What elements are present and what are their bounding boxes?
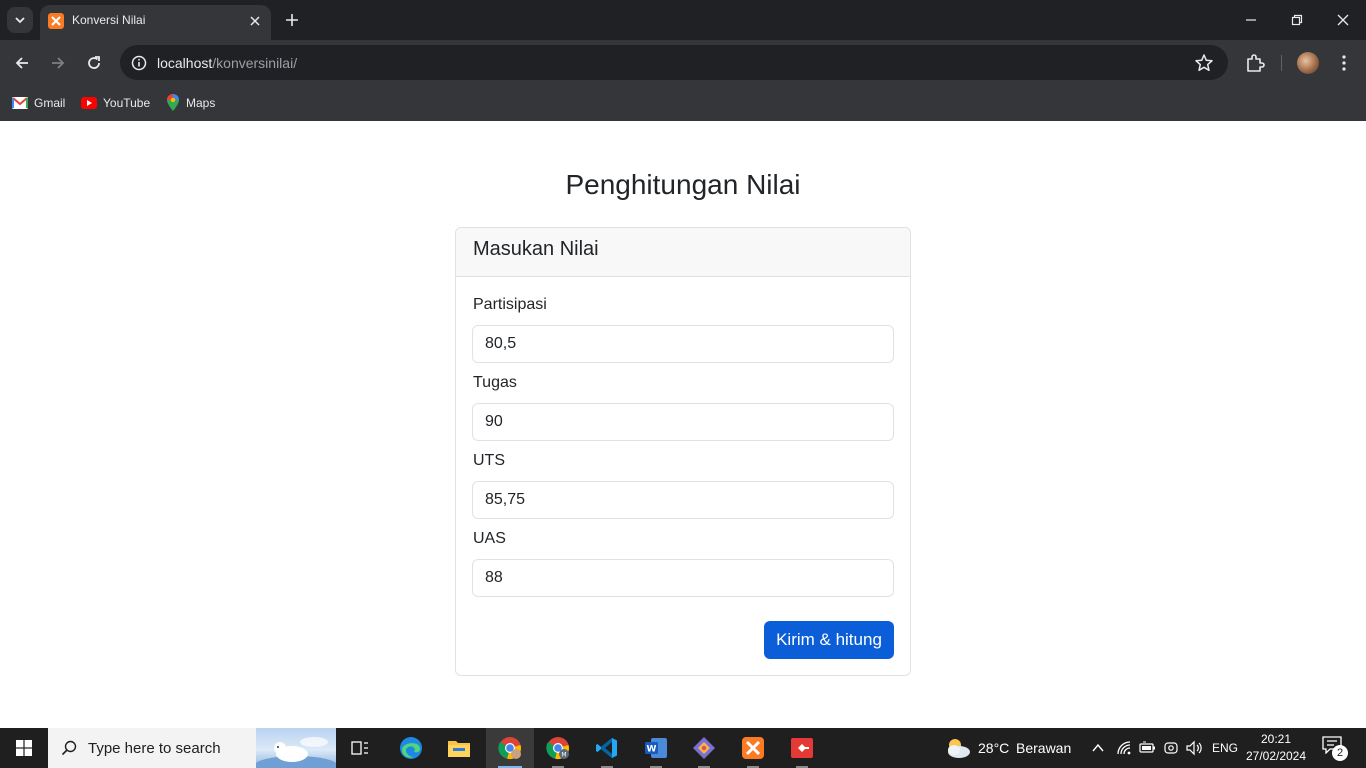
weather-condition[interactable]: Berawan <box>1016 740 1071 756</box>
input-language[interactable]: ENG <box>1212 741 1238 755</box>
partisipasi-input[interactable] <box>472 325 894 363</box>
chrome-icon: M <box>546 737 569 759</box>
tab-title: Konversi Nilai <box>72 13 146 27</box>
notification-center-button[interactable]: 2 <box>1322 736 1348 761</box>
submit-calculate-button[interactable]: Kirim & hitung <box>764 621 894 659</box>
url-text: localhost/konversinilai/ <box>157 55 297 71</box>
browser-menu-button[interactable] <box>1334 51 1354 75</box>
clock-date: 27/02/2024 <box>1245 749 1307 763</box>
search-placeholder: Type here to search <box>88 740 221 757</box>
restore-button[interactable] <box>1274 0 1320 40</box>
grade-form-card: Masukan Nilai Partisipasi Tugas UTS UAS … <box>455 227 911 676</box>
partisipasi-label: Partisipasi <box>473 296 547 313</box>
windows-taskbar: Type here to search M W 28°C Berawan ENG… <box>0 728 1366 768</box>
close-window-button[interactable] <box>1320 0 1366 40</box>
taskbar-chrome[interactable] <box>486 728 534 768</box>
page-content: Penghitungan Nilai Masukan Nilai Partisi… <box>0 121 1366 728</box>
profile-avatar[interactable] <box>1297 52 1319 74</box>
close-tab-icon[interactable] <box>247 13 263 29</box>
xampp-icon <box>48 13 64 29</box>
back-button[interactable] <box>8 49 36 77</box>
bookmark-label: YouTube <box>103 96 151 110</box>
windows-logo-icon <box>16 740 32 756</box>
browser-toolbar: localhost/konversinilai/ <box>0 40 1366 86</box>
chevron-up-icon[interactable] <box>1092 743 1104 753</box>
camera-icon[interactable] <box>1164 740 1178 756</box>
taskbar-git-app[interactable] <box>680 728 728 768</box>
uas-input[interactable] <box>472 559 894 597</box>
start-button[interactable] <box>0 728 48 768</box>
folder-icon <box>448 741 470 757</box>
vscode-icon <box>596 738 617 758</box>
taskbar-xampp[interactable] <box>729 728 777 768</box>
weather-temperature[interactable]: 28°C <box>978 740 1009 756</box>
minimize-icon <box>1246 19 1256 21</box>
toolbar-divider <box>1281 55 1282 71</box>
maps-icon <box>167 94 179 111</box>
notification-count-badge: 2 <box>1332 745 1348 761</box>
browser-tabstrip: Konversi Nilai <box>0 0 1366 40</box>
edge-icon <box>400 737 422 759</box>
wifi-icon[interactable] <box>1116 740 1132 756</box>
git-app-icon <box>693 737 715 759</box>
bookmark-label: Gmail <box>34 96 66 110</box>
browser-tab[interactable]: Konversi Nilai <box>40 5 271 40</box>
restore-icon <box>1291 14 1303 26</box>
xampp-icon <box>742 737 764 759</box>
app-icon <box>791 738 813 758</box>
card-header: Masukan Nilai <box>456 228 910 277</box>
plus-icon <box>286 14 298 26</box>
task-view-icon <box>351 741 368 755</box>
reload-button[interactable] <box>80 49 108 77</box>
svg-text:M: M <box>561 752 566 759</box>
new-tab-button[interactable] <box>282 10 302 30</box>
url-path: /konversinilai/ <box>212 55 298 71</box>
taskbar-search-box[interactable]: Type here to search <box>48 728 336 768</box>
page-title: Penghitungan Nilai <box>565 169 801 200</box>
site-info-icon[interactable] <box>126 50 152 76</box>
gmail-icon <box>12 97 28 109</box>
uts-input[interactable] <box>472 481 894 519</box>
url-host: localhost <box>157 55 213 71</box>
bookmark-label: Maps <box>186 96 216 110</box>
bookmark-maps[interactable]: Maps <box>166 93 215 113</box>
search-highlight-illustration <box>256 728 336 768</box>
reload-icon <box>88 56 100 69</box>
close-icon <box>1337 14 1349 26</box>
taskbar-chrome-profile[interactable]: M <box>534 728 582 768</box>
system-clock[interactable]: 20:21 27/02/2024 <box>1240 731 1312 765</box>
taskbar-file-explorer[interactable] <box>435 728 483 768</box>
arrow-right-icon <box>52 57 65 69</box>
tugas-label: Tugas <box>473 374 517 391</box>
word-icon: W <box>645 738 667 758</box>
youtube-icon <box>81 97 97 109</box>
bookmark-youtube[interactable]: YouTube <box>81 93 150 113</box>
uts-label: UTS <box>473 452 505 469</box>
bookmark-star-icon[interactable] <box>1194 53 1214 73</box>
arrow-left-icon <box>15 57 28 69</box>
search-icon <box>61 740 77 756</box>
address-bar[interactable]: localhost/konversinilai/ <box>120 45 1228 80</box>
taskbar-word[interactable]: W <box>632 728 680 768</box>
uas-label: UAS <box>473 530 506 547</box>
tugas-input[interactable] <box>472 403 894 441</box>
taskbar-devtool[interactable] <box>778 728 826 768</box>
taskbar-vscode[interactable] <box>583 728 631 768</box>
battery-icon[interactable] <box>1139 741 1156 755</box>
forward-button[interactable] <box>44 49 72 77</box>
chevron-down-icon <box>15 17 25 24</box>
clock-time: 20:21 <box>1260 732 1292 746</box>
more-vertical-icon <box>1342 55 1346 71</box>
extensions-icon[interactable] <box>1243 51 1267 75</box>
bookmarks-bar: Gmail YouTube Maps <box>0 86 1366 121</box>
bookmark-gmail[interactable]: Gmail <box>12 93 65 113</box>
minimize-button[interactable] <box>1228 0 1274 40</box>
volume-icon[interactable] <box>1185 740 1203 756</box>
svg-text:W: W <box>647 745 657 755</box>
task-view-button[interactable] <box>336 728 384 768</box>
taskbar-edge[interactable] <box>387 728 435 768</box>
tab-search-button[interactable] <box>7 7 33 33</box>
chrome-icon <box>498 737 521 759</box>
weather-icon[interactable] <box>944 736 972 760</box>
